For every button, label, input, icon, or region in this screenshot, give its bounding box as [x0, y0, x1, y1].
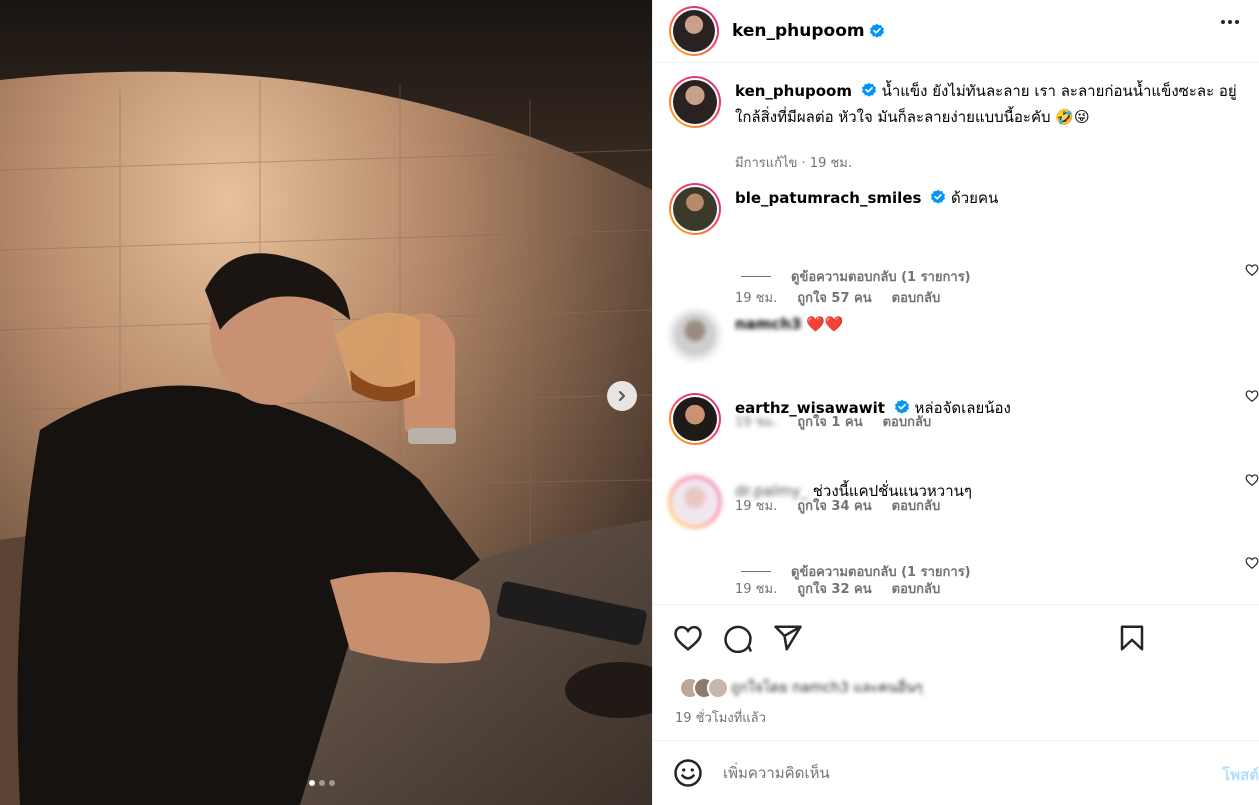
more-options-button[interactable]: [1221, 20, 1239, 24]
post-side-panel: ken_phupoom ken_phupoom น้ำแข็ง ยังไม่ทั…: [652, 0, 1259, 805]
reply-button[interactable]: ตอบกลับ: [892, 287, 941, 308]
caption-meta: มีการแก้ไข · 19 ชม.: [735, 156, 852, 171]
comment-text: ช่วงนี้แคปชั่นแนวหวานๆ: [812, 482, 972, 500]
comment-username[interactable]: earthz_wisawawit: [735, 399, 885, 417]
comment-text: ด้วยคน: [951, 189, 999, 207]
carousel-dot-3: [329, 780, 335, 786]
likes-text: ถูกใจโดย namch3 และคนอื่นๆ: [731, 680, 923, 696]
add-comment-bar: โพสต์: [653, 740, 1259, 805]
like-comment-icon[interactable]: [1245, 263, 1259, 277]
liked-by-avatars: [679, 677, 731, 699]
caption-username[interactable]: ken_phupoom: [735, 82, 852, 100]
comment-username[interactable]: dr.palmy_: [735, 482, 808, 500]
comment-text: หล่อจัดเลยน้อง: [914, 399, 1011, 417]
view-replies-button[interactable]: ดูข้อความตอบกลับ (1 รายการ): [741, 561, 971, 582]
post-timestamp: 19 ชั่วโมงที่แล้ว: [675, 711, 766, 726]
likes-summary[interactable]: ถูกใจโดย namch3 และคนอื่นๆ: [679, 677, 923, 699]
author-username[interactable]: ken_phupoom: [732, 21, 865, 41]
verified-badge-icon: [931, 189, 946, 204]
comment-username[interactable]: ble_patumrach_smiles: [735, 189, 921, 207]
emoji-icon[interactable]: [673, 758, 703, 788]
post-header: ken_phupoom: [653, 0, 1259, 63]
post-photo: [0, 0, 652, 805]
commenter-avatar[interactable]: [669, 393, 721, 445]
comment-text: ❤️❤️: [806, 315, 844, 333]
next-image-button[interactable]: [607, 381, 637, 411]
caption: ken_phupoom น้ำแข็ง ยังไม่ทันละลาย เรา ล…: [669, 76, 1259, 176]
post-comment-button[interactable]: โพสต์: [1222, 763, 1259, 787]
more-dot-icon: [1221, 20, 1225, 24]
comment-input[interactable]: [723, 759, 1193, 787]
view-replies-button[interactable]: ดูข้อความตอบกลับ (1 รายการ): [741, 266, 971, 287]
like-comment-icon[interactable]: [1245, 556, 1259, 570]
comment-icon[interactable]: [723, 623, 753, 653]
commenter-avatar[interactable]: [669, 183, 721, 235]
post-actions: ถูกใจโดย namch3 และคนอื่นๆ 19 ชั่วโมงที่…: [653, 604, 1259, 740]
comment-time: 19 ชม.: [735, 291, 778, 306]
post-media: [0, 0, 652, 805]
post-viewer: ken_phupoom ken_phupoom น้ำแข็ง ยังไม่ทั…: [0, 0, 1259, 805]
carousel-dot-2: [319, 780, 325, 786]
comments-list: ken_phupoom น้ำแข็ง ยังไม่ทันละลาย เรา ล…: [653, 63, 1259, 604]
carousel-dot-1: [309, 780, 315, 786]
verified-badge-icon: [894, 399, 909, 414]
comment-item: dr.palmy_ ช่วงนี้แคปชั่นแนวหวานๆ 19 ชม. …: [669, 476, 1259, 604]
comment-item: namch3 ❤️❤️ 19 ชม. ถูกใจ 1 คน ตอบกลับ: [669, 309, 1259, 430]
comment-item: earthz_wisawawit หล่อจัดเลยน้อง 19 ชม. ถ…: [669, 393, 1259, 514]
verified-badge-icon: [861, 82, 876, 97]
like-icon[interactable]: [673, 623, 703, 653]
carousel-indicator: [309, 780, 335, 786]
commenter-avatar[interactable]: [669, 476, 721, 528]
author-avatar[interactable]: [669, 6, 719, 56]
chevron-right-icon: [619, 391, 625, 401]
comment-likes[interactable]: ถูกใจ 57 คน: [797, 287, 871, 308]
caption-author-avatar[interactable]: [669, 76, 721, 128]
comment-item: ble_patumrach_smiles ด้วยคน 19 ชม. ถูกใจ…: [669, 183, 1259, 313]
commenter-avatar[interactable]: [669, 309, 721, 361]
share-icon[interactable]: [773, 623, 803, 653]
comment-username[interactable]: namch3: [735, 315, 801, 333]
save-bookmark-icon[interactable]: [1117, 623, 1147, 653]
verified-badge-icon: [869, 23, 884, 38]
